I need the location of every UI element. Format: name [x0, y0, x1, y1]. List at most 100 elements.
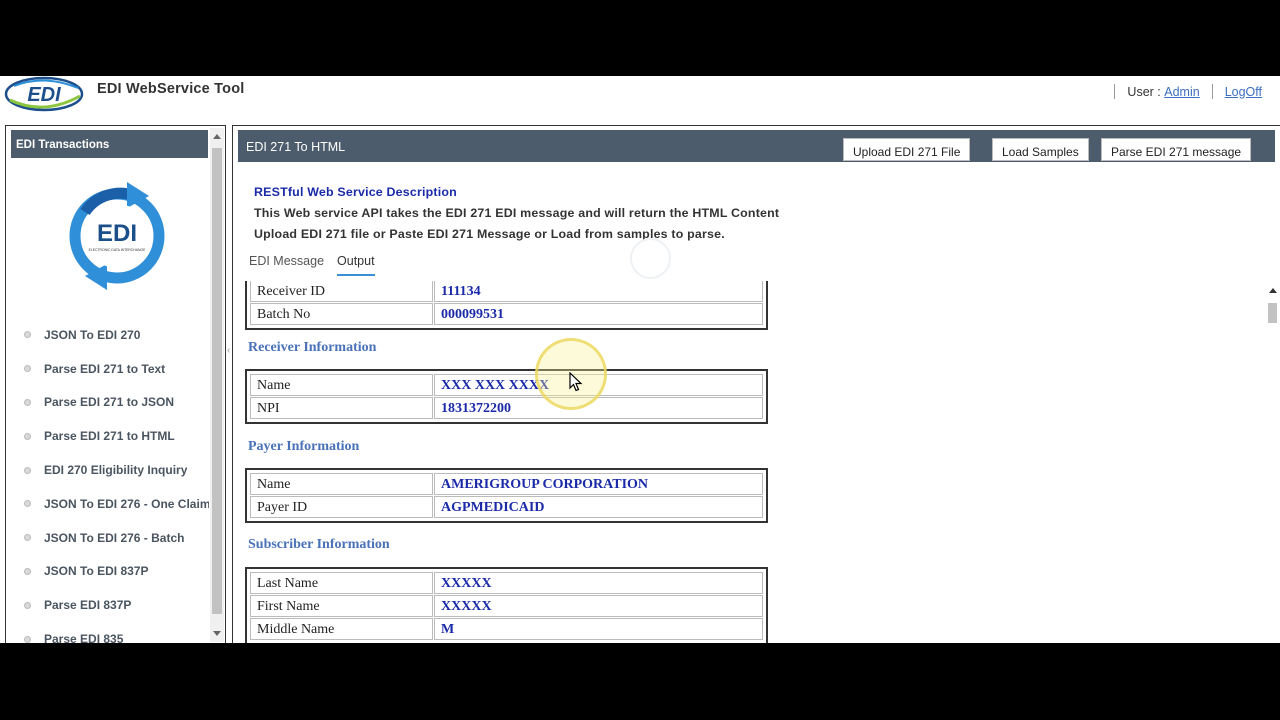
receiver-table: Name XXX XXX XXXX NPI 1831372200: [245, 369, 768, 424]
field-value: 111134: [434, 281, 763, 302]
sidebar-item-label: Parse EDI 835: [44, 632, 124, 643]
field-label: Middle Name: [250, 618, 433, 640]
toolbar: EDI 271 To HTML Upload EDI 271 File Load…: [238, 130, 1275, 162]
description-title: RESTful Web Service Description: [254, 185, 457, 199]
sidebar-scrollbar[interactable]: [210, 128, 224, 642]
field-label: Name: [250, 473, 433, 495]
bullet-icon: [24, 398, 31, 406]
user-label: User :: [1127, 84, 1161, 99]
transaction-list: JSON To EDI 270 Parse EDI 271 to Text Pa…: [24, 318, 209, 643]
main-panel: EDI 271 To HTML Upload EDI 271 File Load…: [232, 125, 1280, 643]
user-area: User : Admin LogOff: [1102, 84, 1262, 99]
scrollbar-thumb[interactable]: [212, 148, 222, 614]
payer-table: Name AMERIGROUP CORPORATION Payer ID AGPME…: [245, 468, 768, 523]
field-label: First Name: [250, 595, 433, 617]
field-label: NPI: [250, 397, 433, 419]
sidebar-item-label: JSON To EDI 276 - Batch: [44, 530, 185, 545]
sidebar-item-parse-271-text[interactable]: Parse EDI 271 to Text: [24, 352, 209, 386]
table-row: Last Name XXXXX: [250, 572, 763, 594]
bullet-icon: [24, 635, 31, 643]
field-label: Receiver ID: [250, 281, 433, 302]
sidebar-item-json-to-edi-270[interactable]: JSON To EDI 270: [24, 318, 209, 352]
emblem-subtext: ELECTRONIC DATA INTERCHANGE: [89, 248, 147, 252]
table-row: Receiver ID 111134: [250, 281, 763, 302]
sidebar-item-label: JSON To EDI 276 - One Claim: [44, 496, 209, 511]
mouse-pointer-icon: [569, 372, 583, 392]
logoff-link[interactable]: LogOff: [1225, 85, 1262, 99]
sidebar: EDI Transactions EDI ELECTRONIC DATA INT…: [5, 125, 226, 643]
sidebar-item-json-to-276-one[interactable]: JSON To EDI 276 - One Claim: [24, 487, 209, 521]
bullet-icon: [24, 365, 31, 373]
sidebar-item-label: Parse EDI 271 to JSON: [44, 395, 175, 410]
table-row: First Name XXXXX: [250, 595, 763, 617]
splitter-handle-icon[interactable]: ‹: [227, 346, 230, 356]
service-description: RESTful Web Service Description This Web…: [254, 182, 779, 245]
header-info-table: Receiver ID 111134 Batch No 000099531: [245, 281, 768, 330]
divider: [1211, 84, 1213, 99]
description-line: Upload EDI 271 file or Paste EDI 271 Mes…: [254, 227, 725, 241]
sidebar-item-label: EDI 270 Eligibility Inquiry: [44, 463, 188, 478]
sidebar-item-parse-837p[interactable]: Parse EDI 837P: [24, 588, 209, 622]
parse-message-button[interactable]: Parse EDI 271 message: [1101, 138, 1252, 161]
field-value: M: [434, 618, 763, 640]
user-name-link[interactable]: Admin: [1164, 85, 1199, 99]
bullet-icon: [24, 567, 31, 575]
scrollbar-thumb[interactable]: [1268, 303, 1277, 323]
divider: [1114, 84, 1116, 99]
table-row: Batch No 000099531: [250, 303, 763, 325]
upload-file-button[interactable]: Upload EDI 271 File: [843, 138, 971, 161]
bullet-icon: [24, 331, 31, 339]
output-scrollbar[interactable]: [1266, 283, 1280, 643]
sidebar-item-json-to-276-batch[interactable]: JSON To EDI 276 - Batch: [24, 521, 209, 555]
table-row: Name XXX XXX XXXX: [250, 374, 763, 396]
field-label: Last Name: [250, 572, 433, 594]
bullet-icon: [24, 601, 31, 609]
edi-emblem-icon: EDI ELECTRONIC DATA INTERCHANGE: [69, 182, 165, 290]
field-value: 1831372200: [434, 397, 763, 419]
sidebar-item-parse-835[interactable]: Parse EDI 835: [24, 622, 209, 643]
sidebar-item-label: Parse EDI 271 to HTML: [44, 429, 175, 444]
bullet-icon: [24, 432, 31, 440]
emblem-text: EDI: [97, 220, 137, 247]
scroll-down-icon[interactable]: [213, 631, 221, 636]
sidebar-item-label: Parse EDI 837P: [44, 598, 132, 613]
bullet-icon: [24, 534, 31, 542]
bullet-icon: [24, 500, 31, 508]
panel-title: EDI 271 To HTML: [246, 140, 346, 154]
field-label: Batch No: [250, 303, 433, 325]
field-label: Payer ID: [250, 496, 433, 518]
app-header: EDI EDI WebService Tool User : Admin Log…: [0, 76, 1280, 124]
subscriber-section-title: Subscriber Information: [248, 537, 390, 552]
field-value: XXXXX: [434, 595, 763, 617]
description-line: This Web service API takes the EDI 271 E…: [254, 206, 780, 220]
output-pane: Receiver ID 111134 Batch No 000099531 Rece…: [233, 281, 1267, 643]
edi-logo-icon: EDI: [4, 76, 84, 112]
sidebar-item-json-to-837p[interactable]: JSON To EDI 837P: [24, 555, 209, 589]
sidebar-item-edi-270-eligibility[interactable]: EDI 270 Eligibility Inquiry: [24, 453, 209, 487]
load-samples-button[interactable]: Load Samples: [992, 138, 1089, 161]
field-value: XXXXX: [434, 572, 763, 594]
table-row: NPI 1831372200: [250, 397, 763, 419]
receiver-section-title: Receiver Information: [248, 340, 377, 355]
table-row: Name AMERIGROUP CORPORATION: [250, 473, 763, 495]
table-row: Payer ID AGPMEDICAID: [250, 496, 763, 518]
field-value: 000099531: [434, 303, 763, 325]
loading-spinner-icon: [630, 238, 671, 279]
sidebar-item-label: JSON To EDI 837P: [44, 564, 149, 579]
sidebar-item-parse-271-html[interactable]: Parse EDI 271 to HTML: [24, 419, 209, 453]
tab-output[interactable]: Output: [337, 254, 375, 276]
field-value: AMERIGROUP CORPORATION: [434, 473, 763, 495]
payer-section-title: Payer Information: [248, 439, 360, 454]
app-title: EDI WebService Tool: [97, 81, 245, 97]
table-row: Middle Name M: [250, 618, 763, 640]
scroll-up-icon[interactable]: [213, 134, 221, 139]
field-label: Name: [250, 374, 433, 396]
sidebar-item-parse-271-json[interactable]: Parse EDI 271 to JSON: [24, 386, 209, 420]
sidebar-title: EDI Transactions: [11, 130, 208, 158]
sidebar-item-label: Parse EDI 271 to Text: [44, 361, 166, 376]
scroll-up-icon[interactable]: [1269, 288, 1277, 293]
field-value: AGPMEDICAID: [434, 496, 763, 518]
bullet-icon: [24, 466, 31, 474]
tab-edi-message[interactable]: EDI Message: [249, 254, 324, 276]
app-screen: EDI EDI WebService Tool User : Admin Log…: [0, 76, 1280, 643]
